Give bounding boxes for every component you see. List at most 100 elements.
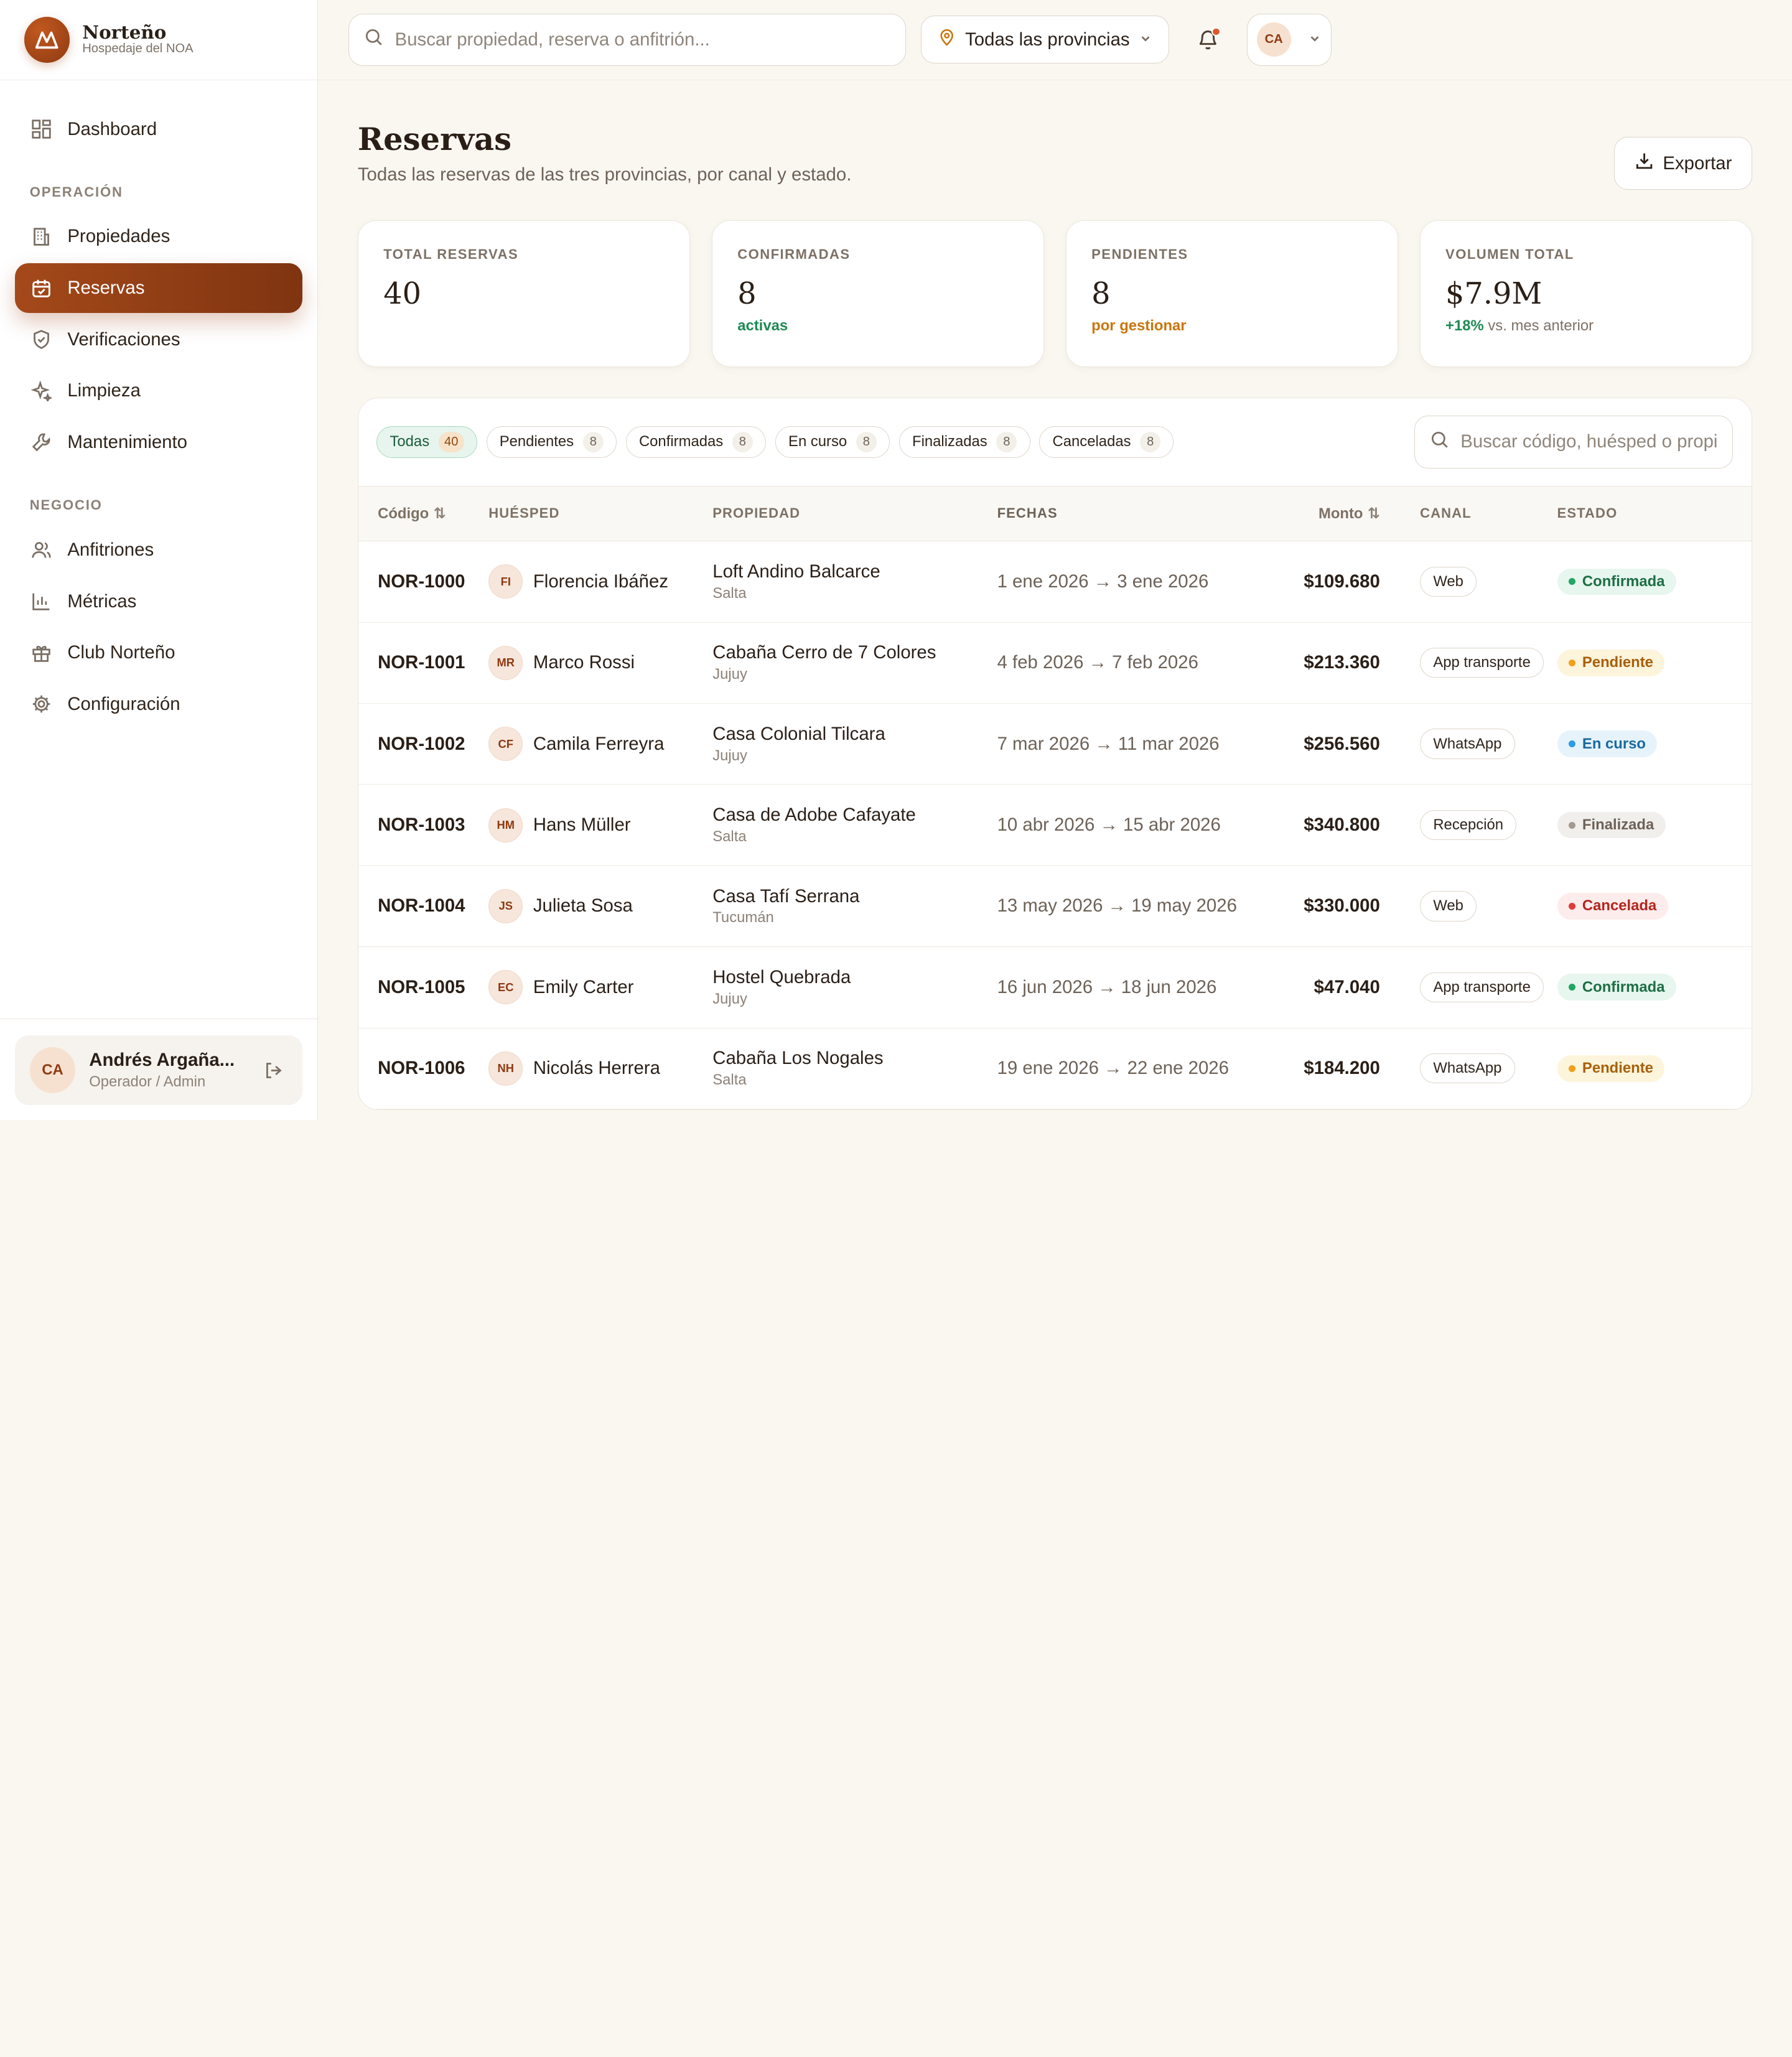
reservation-dates: 19 ene 2026 → 22 ene 2026: [997, 1058, 1229, 1079]
filter-chip-count: 8: [996, 431, 1017, 452]
filter-chip-pendientes[interactable]: Pendientes 8: [486, 426, 617, 459]
reservation-amount: $47.040: [1314, 976, 1380, 997]
status-badge: Finalizada: [1557, 811, 1666, 839]
table-search[interactable]: [1414, 416, 1734, 469]
reservation-dates: 13 may 2026 → 19 may 2026: [997, 895, 1237, 917]
sidebar-item-reservas[interactable]: Reservas: [14, 263, 302, 314]
table-row[interactable]: NOR-1006 NH Nicolás Herrera Cabaña Los Noga…: [358, 1028, 1752, 1109]
channel-badge: Web: [1420, 891, 1477, 921]
table-search-input[interactable]: [1460, 431, 1718, 453]
table-row[interactable]: NOR-1000 FI Florencia Ibáñez Loft Andino Ba…: [358, 541, 1752, 623]
table-row[interactable]: NOR-1002 CF Camila Ferreyra Casa Colonial T…: [358, 703, 1752, 785]
status-badge: Confirmada: [1557, 568, 1676, 595]
filter-chip-canceladas[interactable]: Canceladas 8: [1039, 426, 1174, 459]
avatar: CA: [29, 1047, 76, 1093]
sidebar-item-label: Anfitriones: [67, 539, 154, 560]
wrench-icon: [30, 431, 53, 454]
reservation-amount: $184.200: [1304, 1058, 1380, 1079]
column-header-amount[interactable]: Monto ⇅: [1260, 487, 1380, 541]
table-row[interactable]: NOR-1001 MR Marco Rossi Cabaña Cerro de 7 C…: [358, 622, 1752, 704]
bar-chart-icon: [30, 590, 53, 613]
sidebar-item-limpieza[interactable]: Limpieza: [15, 366, 302, 416]
stat-label: PENDIENTES: [1091, 246, 1188, 262]
property-province: Jujuy: [712, 990, 747, 1007]
filter-chip-label: En curso: [788, 433, 847, 450]
sidebar-nav: Dashboard OPERACIÓN Propiedades Reservas: [0, 80, 317, 730]
reservation-dates: 4 feb 2026 → 7 feb 2026: [997, 652, 1198, 673]
avatar: EC: [488, 970, 523, 1005]
reservations-table: Código ⇅ HUÉSPED PROPIEDAD FECHAS Monto ⇅ …: [358, 486, 1752, 1109]
mountain-logo-icon[interactable]: [24, 17, 70, 63]
sidebar-item-verificaciones[interactable]: Verificaciones: [15, 314, 302, 365]
reservation-code[interactable]: NOR-1002: [358, 703, 488, 784]
stat-card-pendientes: PENDIENTES 8 por gestionar: [1065, 220, 1398, 367]
logout-icon[interactable]: [260, 1056, 287, 1084]
status-dot: [1568, 659, 1575, 666]
sidebar-item-label: Métricas: [67, 590, 137, 612]
property-province: Salta: [712, 1071, 747, 1089]
sidebar-item-mantenimiento[interactable]: Mantenimiento: [15, 417, 302, 468]
sidebar-item-anfitriones[interactable]: Anfitriones: [15, 525, 302, 576]
sidebar-item-label: Propiedades: [67, 226, 170, 247]
search-icon: [364, 27, 383, 52]
sidebar-item-dashboard[interactable]: Dashboard: [15, 104, 302, 154]
filter-chip-en-curso[interactable]: En curso 8: [775, 426, 890, 459]
avatar: NH: [488, 1051, 523, 1086]
reservation-code[interactable]: NOR-1005: [358, 947, 488, 1028]
channel-badge: App transporte: [1420, 972, 1544, 1002]
export-button[interactable]: Exportar: [1614, 137, 1752, 190]
status-badge: Confirmada: [1557, 974, 1676, 1001]
channel-badge: WhatsApp: [1420, 729, 1515, 759]
user-role: Operador / Admin: [89, 1073, 206, 1090]
reservation-amount: $213.360: [1304, 652, 1380, 673]
sort-icon[interactable]: ⇅: [1368, 505, 1380, 522]
filter-chip-count: 8: [582, 431, 604, 452]
reservation-code[interactable]: NOR-1000: [358, 541, 488, 622]
reservation-code[interactable]: NOR-1004: [358, 865, 488, 946]
reservation-dates: 10 abr 2026 → 15 abr 2026: [997, 814, 1221, 836]
user-menu[interactable]: CA: [1246, 13, 1332, 67]
stat-value: $7.9M: [1445, 276, 1542, 311]
reservation-dates: 1 ene 2026 → 3 ene 2026: [997, 571, 1209, 592]
reservation-code[interactable]: NOR-1001: [358, 622, 488, 703]
avatar: CA: [1256, 22, 1291, 57]
filter-chip-finalizadas[interactable]: Finalizadas 8: [898, 426, 1030, 459]
column-header-code[interactable]: Código ⇅: [358, 487, 488, 541]
download-icon: [1635, 151, 1654, 175]
province-select[interactable]: Todas las provincias: [921, 16, 1170, 64]
content: Reservas Todas las reservas de las tres …: [318, 80, 1792, 1110]
status-label: Finalizada: [1582, 816, 1654, 834]
filter-chip-confirmadas[interactable]: Confirmadas 8: [625, 426, 767, 459]
global-search[interactable]: [348, 13, 907, 67]
avatar: JS: [488, 889, 523, 923]
main-area: Todas las provincias CA Reservas T: [317, 0, 1792, 1120]
filter-chip-todas[interactable]: Todas 40: [376, 426, 477, 459]
reservation-code[interactable]: NOR-1006: [358, 1028, 488, 1109]
users-icon: [30, 539, 53, 562]
filter-chip-count: 8: [1140, 431, 1161, 452]
property-name: Casa Colonial Tilcara: [712, 723, 885, 744]
table-row[interactable]: NOR-1004 JS Julieta Sosa Casa Tafí Serrana T…: [358, 865, 1752, 947]
bell-icon[interactable]: [1194, 26, 1221, 54]
reservation-amount: $256.560: [1304, 733, 1380, 754]
property-name: Hostel Quebrada: [712, 967, 851, 987]
sort-icon[interactable]: ⇅: [434, 505, 446, 522]
filter-chip-count: 8: [732, 431, 753, 452]
stat-note: por gestionar: [1091, 317, 1187, 334]
reservation-amount: $109.680: [1304, 571, 1380, 592]
sidebar-item-propiedades[interactable]: Propiedades: [15, 212, 302, 262]
user-card[interactable]: CA Andrés Argaña... Operador / Admin: [14, 1035, 302, 1106]
table-row[interactable]: NOR-1003 HM Hans Müller Casa de Adobe Cafay…: [358, 785, 1752, 866]
global-search-input[interactable]: [394, 29, 891, 50]
guest-name: Nicolás Herrera: [533, 1058, 660, 1079]
reservation-code[interactable]: NOR-1003: [358, 785, 488, 865]
stat-label: VOLUMEN TOTAL: [1445, 246, 1574, 262]
reservation-amount: $330.000: [1304, 895, 1380, 917]
sidebar-item-metricas[interactable]: Métricas: [15, 576, 302, 627]
table-row[interactable]: NOR-1005 EC Emily Carter Hostel Quebrada Juj…: [358, 947, 1752, 1028]
sidebar-item-configuracion[interactable]: Configuración: [15, 679, 302, 729]
shield-check-icon: [30, 328, 53, 351]
column-header-dates: FECHAS: [997, 505, 1058, 521]
reservations-table-card: Todas 40 Pendientes 8 Confirmadas 8 En curso 8 F…: [357, 398, 1752, 1110]
sidebar-item-club-norteno[interactable]: Club Norteño: [15, 628, 302, 678]
